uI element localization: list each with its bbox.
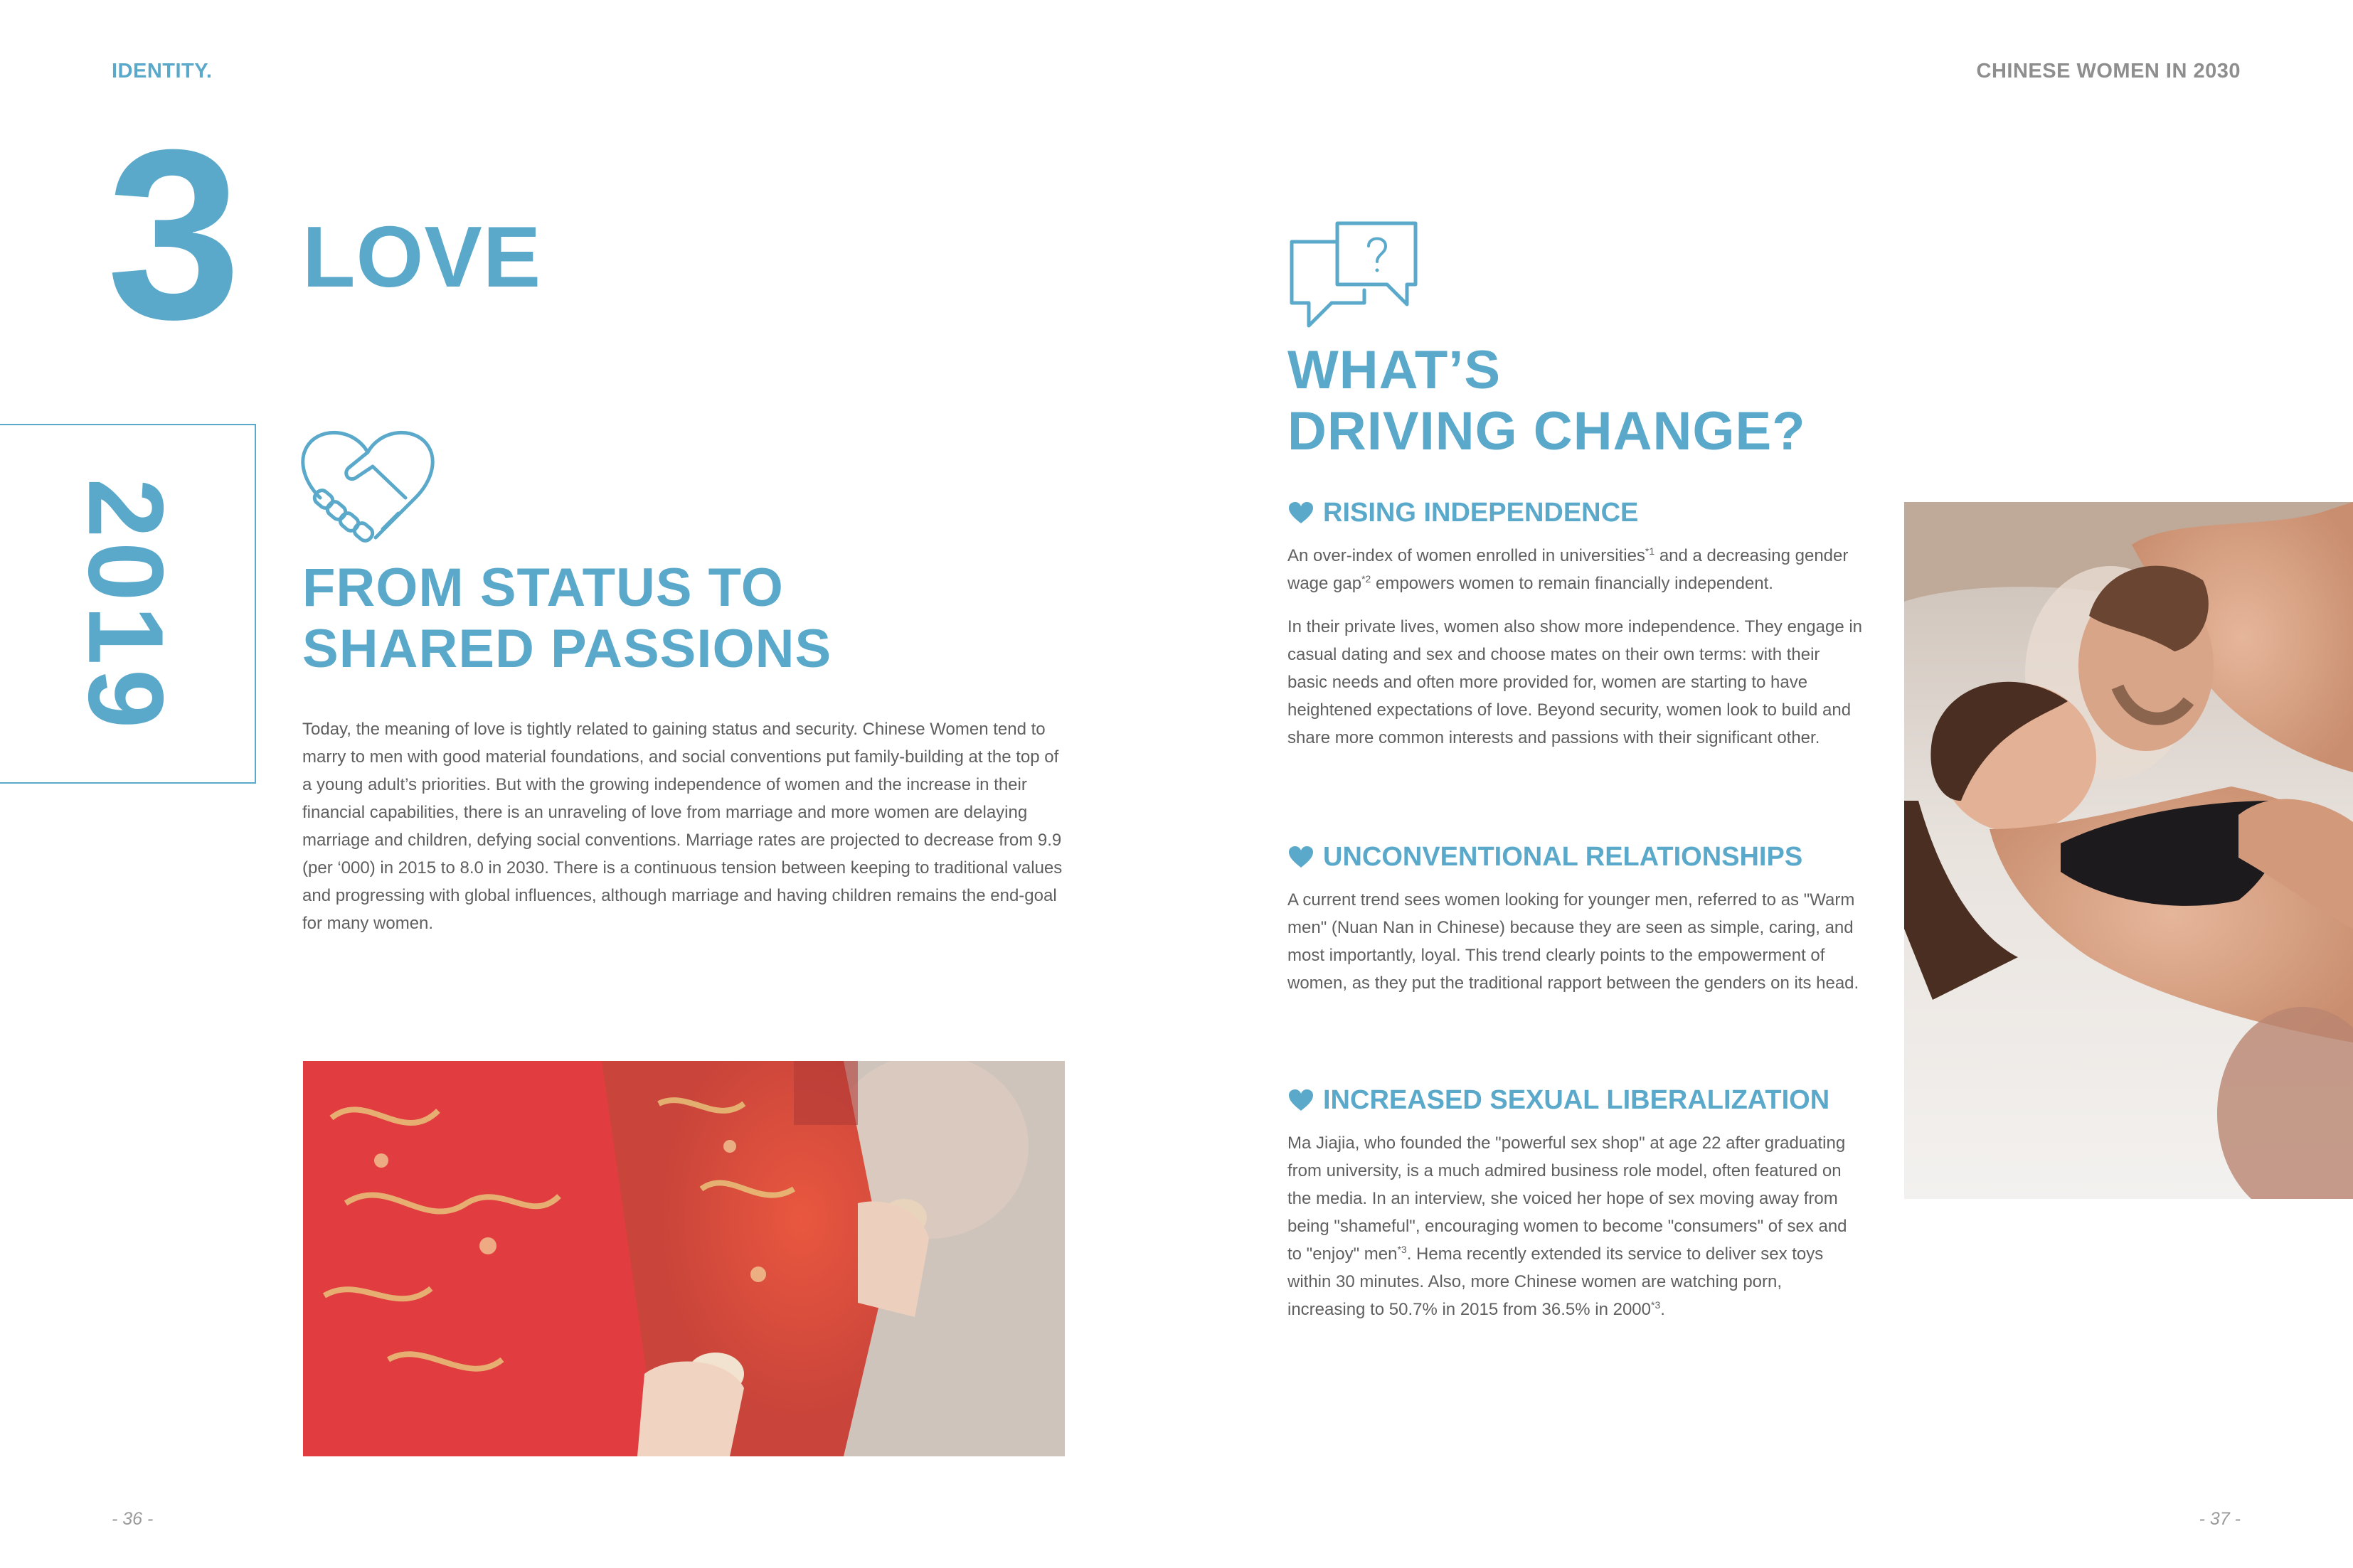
left-paragraph: Today, the meaning of love is tightly re… [302, 720, 1063, 933]
chapter-title: LOVE [302, 208, 542, 305]
rising-independence-p1: An over-index of women enrolled in unive… [1287, 545, 1849, 593]
right-heading-line1: WHAT’S [1287, 340, 1502, 400]
left-body-text: Today, the meaning of love is tightly re… [302, 715, 1069, 953]
page-number-right: - 37 - [2199, 1509, 2241, 1529]
subsection-sexual-liberalization-body: Ma Jiajia, who founded the "powerful sex… [1287, 1129, 1864, 1339]
subsection-rising-independence-title: RISING INDEPENDENCE [1289, 498, 1638, 528]
rising-independence-p2: In their private lives, women also show … [1287, 617, 1863, 747]
page-number-left: - 36 - [112, 1509, 154, 1529]
chapter-number: 3 [107, 100, 241, 370]
year-label: 2019 [66, 478, 186, 732]
right-heading-line2: DRIVING CHANGE? [1287, 401, 1806, 462]
subsection-rising-independence-body: An over-index of women enrolled in unive… [1287, 542, 1864, 767]
sexual-liberalization-p1: Ma Jiajia, who founded the "powerful sex… [1287, 1134, 1847, 1319]
heart-icon [1289, 1089, 1313, 1111]
publication-title: CHINESE WOMEN IN 2030 [1976, 60, 2241, 82]
right-heading: WHAT’S DRIVING CHANGE? [1287, 340, 1806, 462]
year-box: 2019 [0, 424, 256, 784]
handshake-heart-icon [299, 424, 437, 548]
unconventional-p1: A current trend sees women looking for y… [1287, 890, 1859, 993]
heart-icon [1289, 501, 1313, 523]
subsection-unconventional-title: UNCONVENTIONAL RELATIONSHIPS [1289, 842, 1802, 873]
subsection-sexual-liberalization-title: INCREASED SEXUAL LIBERALIZATION [1289, 1085, 1829, 1116]
chat-question-icon [1287, 219, 1420, 334]
subsection-title-text: INCREASED SEXUAL LIBERALIZATION [1323, 1085, 1830, 1115]
left-heading-line2: SHARED PASSIONS [302, 619, 832, 679]
left-heading-line1: FROM STATUS TO [302, 558, 784, 618]
subsection-unconventional-body: A current trend sees women looking for y… [1287, 886, 1864, 1013]
section-label: IDENTITY. [112, 60, 213, 82]
wedding-tea-ceremony-photo [303, 1061, 1065, 1456]
couple-embracing-photo [1904, 502, 2353, 1199]
heart-icon [1289, 846, 1313, 868]
subsection-title-text: RISING INDEPENDENCE [1323, 498, 1639, 528]
subsection-title-text: UNCONVENTIONAL RELATIONSHIPS [1323, 842, 1803, 872]
left-heading: FROM STATUS TO SHARED PASSIONS [302, 558, 832, 680]
